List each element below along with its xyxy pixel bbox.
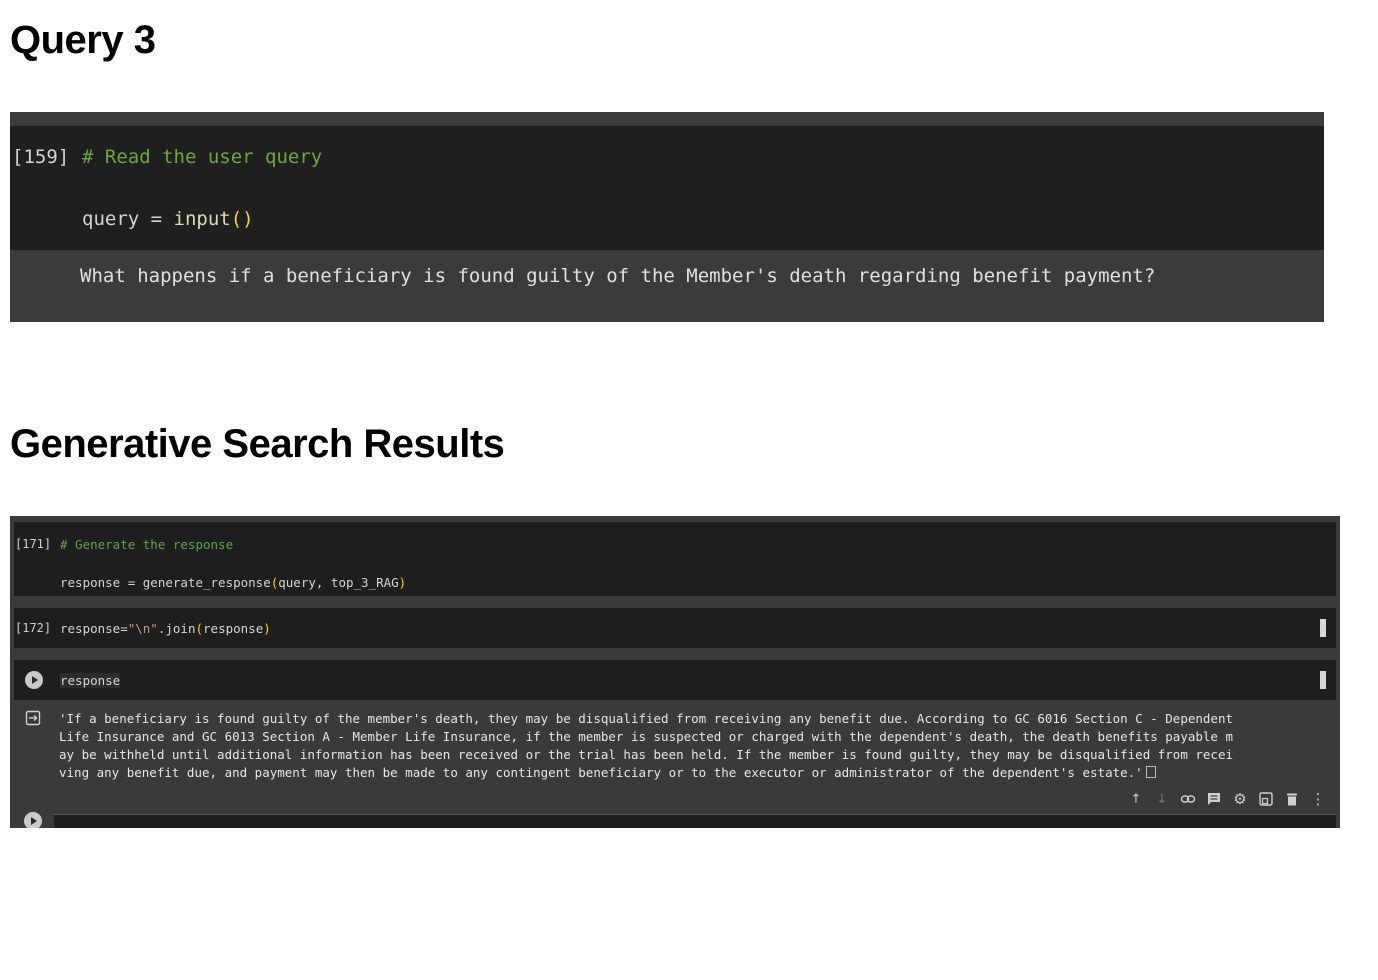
- execution-count: [171]: [15, 537, 52, 551]
- gear-icon[interactable]: ⚙: [1232, 790, 1248, 808]
- cell-top-strip: [10, 112, 1324, 126]
- query-heading: Query 3: [10, 18, 156, 62]
- comment-icon[interactable]: [1206, 791, 1222, 807]
- more-vert-icon[interactable]: ⋮: [1310, 790, 1326, 808]
- code-comment: # Read the user query: [82, 146, 323, 168]
- results-panel: [171] # Generate the response response =…: [10, 516, 1340, 828]
- code-paren-close: ): [398, 575, 407, 590]
- arrow-down-icon[interactable]: ↓: [1154, 791, 1170, 807]
- output-line-text: ving any benefit due, and payment may th…: [59, 765, 1143, 780]
- output-line: Life Insurance and GC 6013 Section A - M…: [59, 729, 1233, 744]
- cell-scroll-indicator: [1320, 619, 1326, 637]
- code-string: "\n": [127, 621, 158, 636]
- code-args: query, top_3_RAG: [278, 575, 399, 590]
- query-code-cell[interactable]: [159] # Read the user query query = inpu…: [10, 112, 1324, 322]
- cell-output-173: 'If a beneficiary is found guilty of the…: [14, 702, 1336, 800]
- arrow-up-icon[interactable]: ↑: [1128, 791, 1144, 807]
- link-icon[interactable]: [1180, 791, 1196, 807]
- results-heading: Generative Search Results: [10, 422, 505, 466]
- output-line: ay be withheld until additional informat…: [59, 747, 1233, 762]
- output-redirect-icon[interactable]: [25, 710, 41, 726]
- copy-icon[interactable]: [1145, 766, 1156, 778]
- code-editor[interactable]: [10, 126, 1324, 250]
- code-cell-171[interactable]: [171] # Generate the response response =…: [14, 522, 1336, 596]
- run-cell-button[interactable]: [25, 671, 43, 689]
- execution-count: [159]: [12, 146, 70, 168]
- code-call: response = generate_response: [60, 575, 271, 590]
- code-comment: # Generate the response: [60, 537, 234, 552]
- play-icon: [31, 817, 37, 825]
- mirror-cell-icon[interactable]: [1258, 791, 1274, 807]
- code-paren-open: (: [195, 621, 204, 636]
- code-method: .join: [157, 621, 196, 636]
- code-paren-close: ): [242, 208, 254, 230]
- code-args: response: [203, 621, 264, 636]
- code-paren-open: (: [230, 208, 243, 230]
- execution-count: [172]: [15, 621, 52, 635]
- cell-scroll-indicator: [1320, 671, 1326, 689]
- run-cell-button[interactable]: [24, 812, 42, 828]
- cell-output: What happens if a beneficiary is found g…: [80, 265, 1156, 287]
- empty-code-cell[interactable]: [54, 814, 1336, 828]
- output-text: 'If a beneficiary is found guilty of the…: [59, 710, 1333, 782]
- code-cell-173[interactable]: response: [14, 660, 1336, 700]
- code-line: response = generate_response(query, top_…: [60, 575, 406, 590]
- code-line: response: [60, 673, 121, 688]
- code-cell-172[interactable]: [172] response="\n".join(response): [14, 608, 1336, 648]
- code-line: query = input(): [82, 208, 254, 230]
- output-line: ving any benefit due, and payment may th…: [59, 764, 1333, 782]
- cell-toolbar: ↑ ↓ ⚙ ⋮: [1124, 788, 1330, 810]
- play-icon: [32, 676, 38, 684]
- code-line: response="\n".join(response): [60, 621, 271, 636]
- code-paren-close: ): [263, 621, 271, 636]
- code-func: input: [173, 208, 231, 230]
- code-assign: query =: [82, 208, 174, 230]
- code-assign: response=: [60, 621, 128, 636]
- trash-icon[interactable]: [1284, 791, 1300, 807]
- output-line: 'If a beneficiary is found guilty of the…: [59, 711, 1233, 726]
